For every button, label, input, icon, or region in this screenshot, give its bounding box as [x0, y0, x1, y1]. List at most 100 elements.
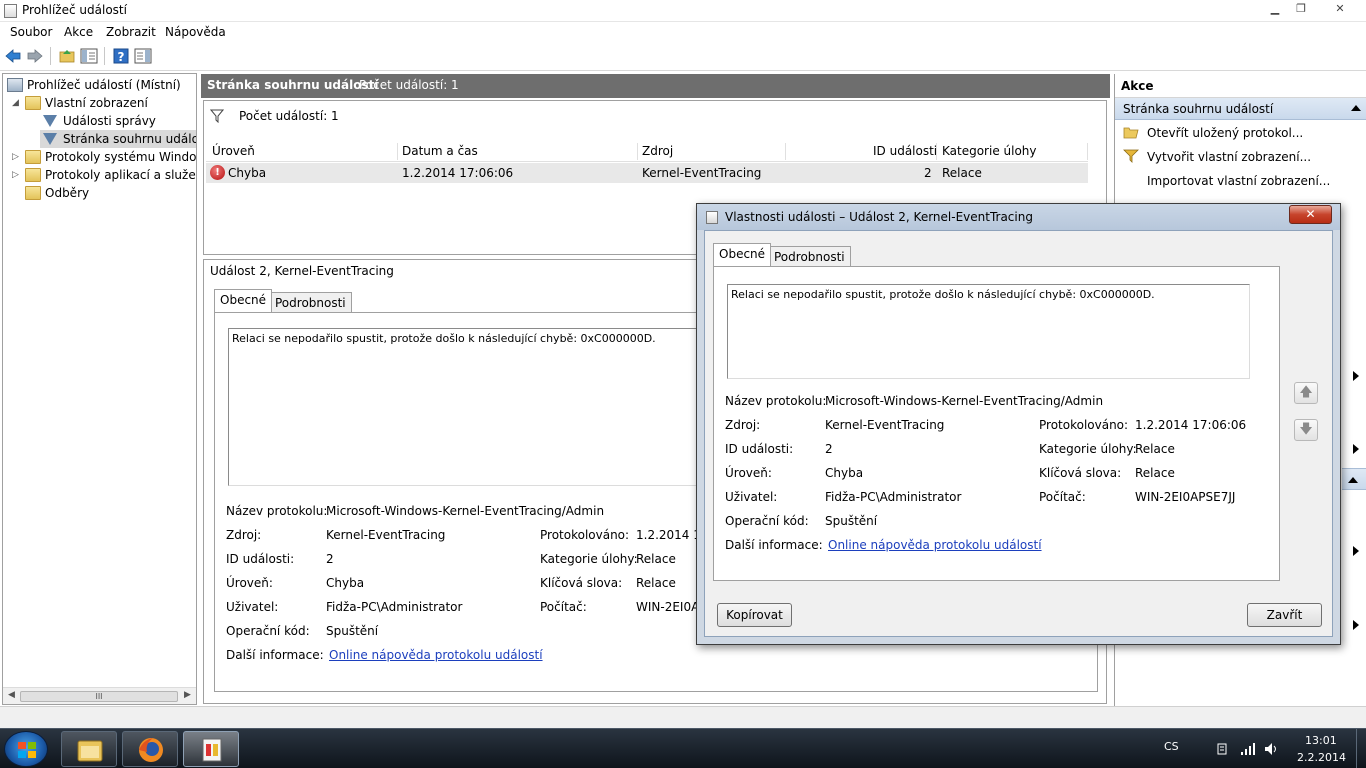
action-center-icon[interactable] — [1216, 742, 1228, 759]
menu-napoveda[interactable]: Nápověda — [165, 25, 226, 39]
action-open-saved-log[interactable]: Otevřít uložený protokol... — [1115, 122, 1366, 144]
event-description-box[interactable]: Relaci se nepodařilo spustit, protože do… — [228, 328, 698, 486]
column-separator[interactable] — [1087, 143, 1088, 160]
collapse-arrow-icon[interactable]: ◢ — [12, 98, 19, 108]
network-icon[interactable] — [1240, 742, 1256, 759]
tree-item-label: Události správy — [63, 114, 156, 128]
column-level[interactable]: Úroveň — [212, 144, 255, 158]
center-pane-title: Stránka souhrnu událostí — [207, 78, 379, 92]
submenu-arrow-icon[interactable] — [1353, 546, 1359, 556]
table-row[interactable]: ! Chyba 1.2.2014 17:06:06 Kernel-EventTr… — [206, 163, 1088, 183]
user-value: Fidža-PC\Administrator — [825, 490, 962, 504]
clock-time[interactable]: 13:01 — [1305, 734, 1337, 747]
volume-icon[interactable] — [1264, 742, 1280, 759]
close-window-button[interactable]: ✕ — [1318, 0, 1362, 18]
dialog-tab-details[interactable]: Podrobnosti — [768, 246, 851, 267]
column-separator[interactable] — [785, 143, 786, 160]
maximize-button[interactable]: ❐ — [1288, 0, 1314, 18]
action-create-custom-view[interactable]: Vytvořit vlastní zobrazení... — [1115, 146, 1366, 168]
close-dialog-button[interactable]: Zavřít — [1247, 603, 1322, 627]
minimize-button[interactable]: ▁ — [1262, 0, 1288, 18]
show-hide-actions-icon[interactable] — [134, 47, 152, 65]
scroll-left-icon[interactable]: ◀ — [8, 690, 15, 700]
tree-item-app-service-logs[interactable]: Protokoly aplikací a služeb — [25, 166, 196, 184]
column-separator[interactable] — [637, 143, 638, 160]
computer-label: Počítač: — [1039, 490, 1086, 504]
more-info-link[interactable]: Online nápověda protokolu událostí — [828, 538, 1042, 552]
events-column-header: Úroveň Datum a čas Zdroj ID události Kat… — [206, 141, 1088, 162]
menu-akce[interactable]: Akce — [64, 25, 93, 39]
opcode-value: Spuštění — [825, 514, 878, 528]
show-desktop-button[interactable] — [1356, 729, 1366, 768]
taskbar-firefox[interactable] — [122, 731, 178, 767]
tree-item-admin-events[interactable]: Události správy — [43, 112, 156, 130]
opcode-label: Operační kód: — [725, 514, 809, 528]
actions-section-header-collapsed[interactable] — [1342, 468, 1366, 490]
source-label: Zdroj: — [226, 528, 262, 542]
column-separator[interactable] — [936, 143, 937, 160]
forward-arrow-icon[interactable] — [26, 47, 44, 65]
submenu-arrow-icon[interactable] — [1353, 444, 1359, 454]
keywords-value: Relace — [1135, 466, 1175, 480]
scroll-right-icon[interactable]: ▶ — [184, 690, 191, 700]
column-source[interactable]: Zdroj — [642, 144, 673, 158]
tree-item-subscriptions[interactable]: Odběry — [25, 184, 89, 202]
actions-section-header[interactable]: Stránka souhrnu událostí — [1115, 98, 1366, 120]
log-name-label: Název protokolu: — [226, 504, 328, 518]
event-viewer-app-icon — [4, 4, 17, 18]
back-arrow-icon[interactable] — [4, 47, 22, 65]
toolbar-separator — [50, 47, 51, 65]
tree-item-summary-page[interactable]: Stránka souhrnu událostí — [40, 130, 196, 148]
copy-button[interactable]: Kopírovat — [717, 603, 792, 627]
submenu-arrow-icon[interactable] — [1353, 371, 1359, 381]
menu-zobrazit[interactable]: Zobrazit — [106, 25, 156, 39]
tree-item-custom-views[interactable]: Vlastní zobrazení — [25, 94, 148, 112]
scroll-thumb[interactable]: III — [20, 691, 178, 702]
action-label: Importovat vlastní zobrazení... — [1147, 174, 1331, 188]
event-count-header: Počet událostí: 1 — [359, 78, 459, 92]
column-event-id[interactable]: ID události — [873, 144, 937, 158]
taskbar-event-viewer[interactable] — [183, 731, 239, 767]
start-button[interactable] — [4, 731, 48, 767]
expand-arrow-icon[interactable]: ▷ — [12, 152, 19, 162]
action-import-custom-view[interactable]: Importovat vlastní zobrazení... — [1115, 170, 1366, 192]
collapse-caret-icon[interactable] — [1351, 105, 1361, 111]
event-viewer-icon — [7, 78, 23, 92]
up-folder-icon[interactable] — [58, 47, 76, 65]
dialog-titlebar[interactable]: Vlastnosti události – Událost 2, Kernel-… — [697, 204, 1340, 230]
next-event-button[interactable]: 🡇 — [1294, 419, 1318, 441]
help-icon[interactable]: ? — [112, 47, 130, 65]
column-separator[interactable] — [397, 143, 398, 160]
cell-source: Kernel-EventTracing — [642, 166, 762, 180]
clock-date[interactable]: 2.2.2014 — [1297, 751, 1346, 764]
tab-details[interactable]: Podrobnosti — [269, 292, 352, 313]
dialog-description-box[interactable]: Relaci se nepodařilo spustit, protože do… — [727, 284, 1250, 379]
filter-icon — [43, 133, 57, 145]
dialog-description: Relaci se nepodařilo spustit, protože do… — [731, 288, 1155, 301]
submenu-arrow-icon[interactable] — [1353, 620, 1359, 630]
cell-level: Chyba — [228, 166, 267, 180]
taskbar-explorer[interactable] — [61, 731, 117, 767]
event-id-value: 2 — [326, 552, 334, 566]
language-indicator[interactable]: CS — [1164, 740, 1179, 753]
cell-event-id: 2 — [924, 166, 932, 180]
dialog-tab-general[interactable]: Obecné — [713, 243, 772, 266]
column-datetime[interactable]: Datum a čas — [402, 144, 478, 158]
event-description: Relaci se nepodařilo spustit, protože do… — [232, 332, 656, 345]
show-hide-tree-icon[interactable] — [80, 47, 98, 65]
tree-item-windows-logs[interactable]: Protokoly systému Windows — [25, 148, 196, 166]
collapse-caret-icon[interactable] — [1348, 477, 1358, 483]
more-info-link[interactable]: Online nápověda protokolu událostí — [329, 648, 543, 662]
expand-arrow-icon[interactable]: ▷ — [12, 170, 19, 180]
event-id-label: ID události: — [226, 552, 295, 566]
dialog-close-button[interactable]: ✕ — [1289, 205, 1332, 224]
column-task-category[interactable]: Kategorie úlohy — [942, 144, 1037, 158]
dialog-general-panel: Relaci se nepodařilo spustit, protože do… — [713, 266, 1280, 581]
tree-horizontal-scrollbar[interactable]: ◀ III ▶ — [3, 687, 196, 704]
previous-event-button[interactable]: 🡅 — [1294, 382, 1318, 404]
source-value: Kernel-EventTracing — [326, 528, 446, 542]
menu-soubor[interactable]: Soubor — [10, 25, 52, 39]
event-viewer-app-icon — [706, 211, 718, 224]
tab-general[interactable]: Obecné — [214, 289, 273, 312]
tree-root-event-viewer[interactable]: Prohlížeč událostí (Místní) — [7, 76, 181, 94]
